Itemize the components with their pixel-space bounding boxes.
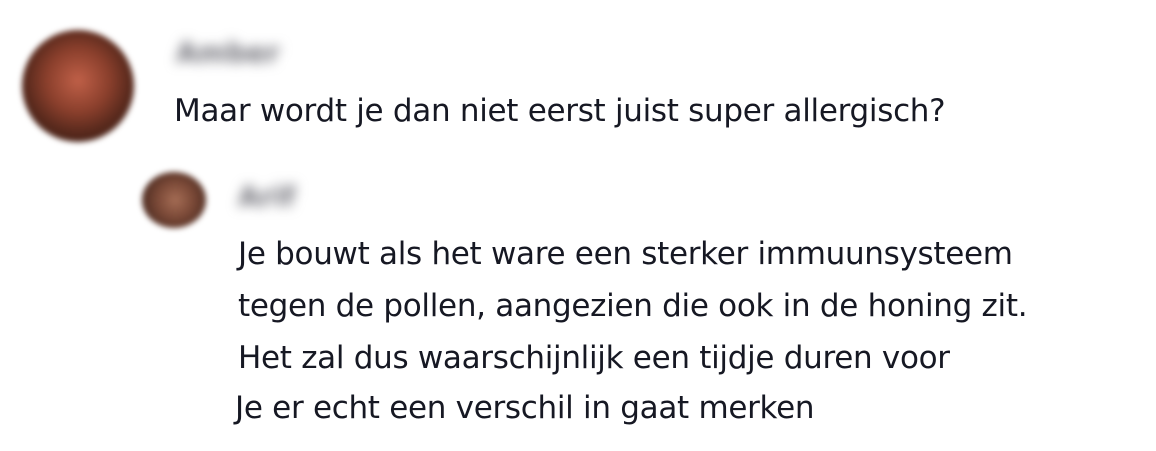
reply-username[interactable]: Arif xyxy=(238,180,295,213)
reply-text-line: Het zal dus waarschijnlijk een tijdje du… xyxy=(238,340,950,376)
avatar[interactable] xyxy=(22,30,134,142)
comment-username[interactable]: Amber xyxy=(176,36,280,69)
comment-text: Maar wordt je dan niet eerst juist super… xyxy=(174,93,946,129)
reply-text-line: Je er echt een verschil in gaat merken xyxy=(235,390,815,426)
reply-text-line: tegen de pollen, aangezien die ook in de… xyxy=(238,288,1028,324)
reply-avatar[interactable] xyxy=(142,172,206,228)
reply-text-line: Je bouwt als het ware een sterker immuun… xyxy=(238,236,1013,272)
